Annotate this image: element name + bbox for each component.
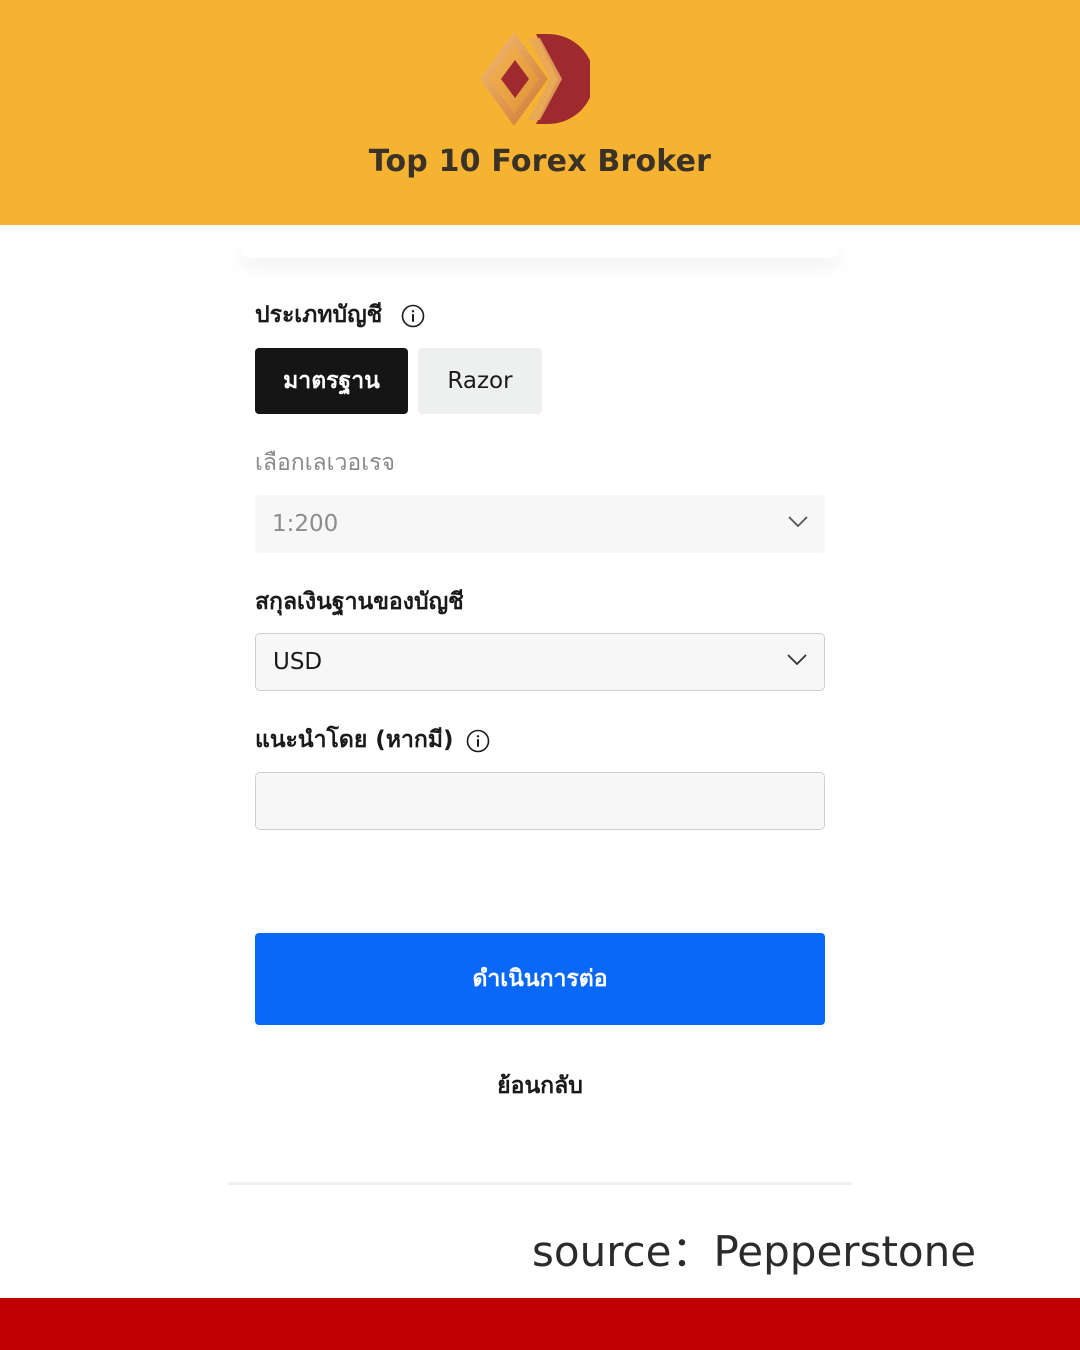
source-caption: source：Pepperstone — [532, 1227, 977, 1276]
base-currency-label: สกุลเงินฐานของบัญชี — [255, 589, 464, 615]
footer-bar — [0, 1298, 1080, 1350]
account-type-standard-button[interactable]: มาตรฐาน — [255, 348, 408, 414]
base-currency-select[interactable]: USD — [255, 633, 825, 691]
brand-header: Top 10 Forex Broker — [0, 0, 1080, 225]
referral-label: แนะนำโดย (หากมี) — [255, 727, 454, 753]
info-icon[interactable] — [401, 304, 425, 328]
chevron-down-icon — [787, 654, 807, 666]
leverage-value: 1:200 — [272, 511, 339, 537]
card-top-shadow — [240, 238, 840, 258]
divider — [228, 1182, 852, 1185]
chevron-down-icon — [788, 516, 808, 528]
continue-button[interactable]: ดำเนินการต่อ — [255, 933, 825, 1025]
account-type-label: ประเภทบัญชี — [255, 302, 383, 328]
leverage-label: เลือกเลเวอเรจ — [255, 450, 395, 476]
base-currency-value: USD — [273, 649, 323, 675]
account-type-razor-button[interactable]: Razor — [418, 348, 542, 414]
referral-input[interactable] — [255, 772, 825, 830]
brand-title: Top 10 Forex Broker — [368, 144, 712, 179]
info-icon[interactable] — [466, 729, 490, 753]
diamond-chevron-logo-icon — [480, 32, 590, 126]
back-link[interactable]: ย้อนกลับ — [255, 1068, 825, 1104]
leverage-select[interactable]: 1:200 — [255, 495, 825, 553]
